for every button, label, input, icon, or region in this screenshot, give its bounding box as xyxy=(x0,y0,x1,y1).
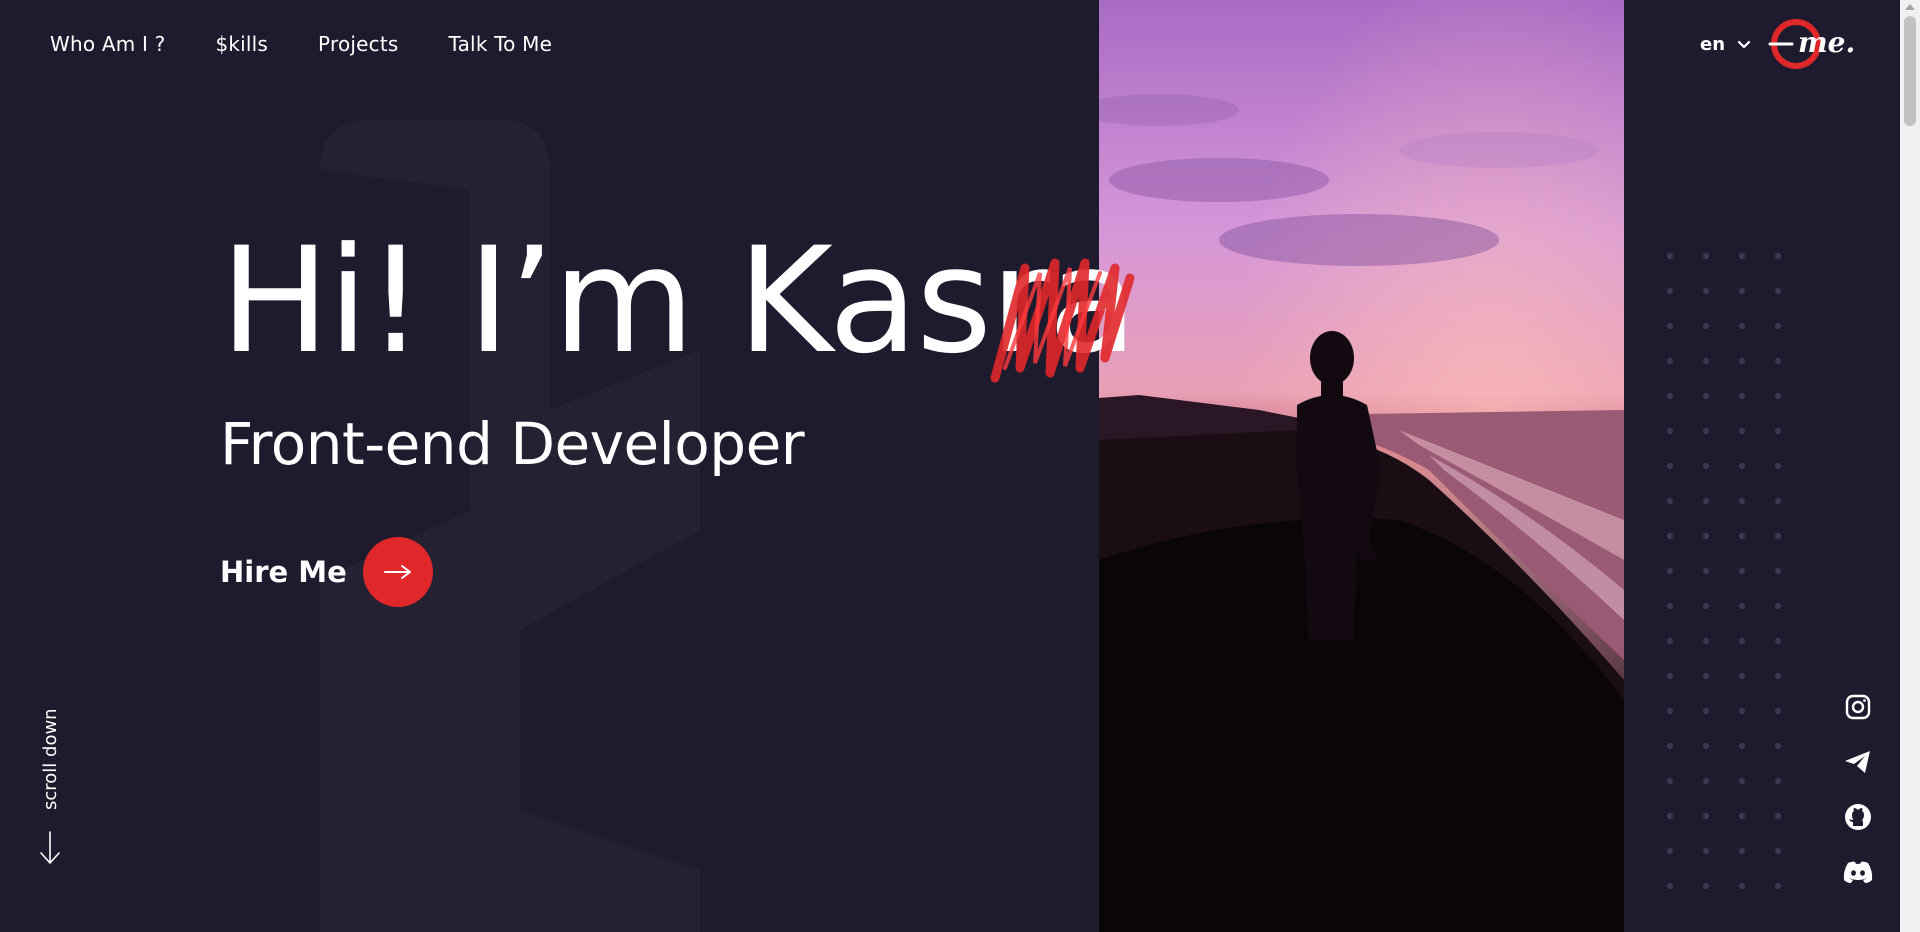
logo-text: me. xyxy=(1798,26,1856,59)
main-nav: Who Am I ? $kills Projects Talk To Me xyxy=(50,32,552,56)
nav-item-who-am-i[interactable]: Who Am I ? xyxy=(50,32,165,56)
hire-me-label: Hire Me xyxy=(220,555,347,589)
scroll-down-label: scroll down xyxy=(40,708,61,810)
arrow-down-icon xyxy=(40,831,60,864)
scroll-up-arrow-icon[interactable] xyxy=(1905,4,1915,10)
hero-subtitle: Front-end Developer xyxy=(220,410,805,478)
page-scrollbar[interactable] xyxy=(1900,0,1920,932)
language-selected: en xyxy=(1700,34,1726,55)
scrollbar-thumb[interactable] xyxy=(1904,16,1916,126)
hero-title: Hi! I’m Kasra xyxy=(220,216,1138,386)
nav-item-projects[interactable]: Projects xyxy=(318,32,398,56)
nav-item-talk-to-me[interactable]: Talk To Me xyxy=(449,32,553,56)
hero-photo xyxy=(1099,0,1624,932)
page: Who Am I ? $kills Projects Talk To Me Hi… xyxy=(0,0,1920,932)
github-icon[interactable] xyxy=(1840,800,1876,833)
language-selector[interactable]: en xyxy=(1700,34,1751,55)
instagram-icon[interactable] xyxy=(1840,690,1876,723)
telegram-icon[interactable] xyxy=(1840,745,1876,778)
site-logo[interactable]: me. xyxy=(1766,16,1856,72)
nav-item-skills[interactable]: $kills xyxy=(215,32,268,56)
hire-me-button[interactable]: Hire Me xyxy=(220,537,433,607)
dot-grid-decoration xyxy=(1666,252,1782,890)
social-links xyxy=(1840,690,1876,888)
scroll-down[interactable]: scroll down xyxy=(30,700,70,870)
arrow-right-icon[interactable] xyxy=(362,537,433,607)
discord-icon[interactable] xyxy=(1840,855,1876,888)
chevron-down-icon xyxy=(1737,40,1751,48)
